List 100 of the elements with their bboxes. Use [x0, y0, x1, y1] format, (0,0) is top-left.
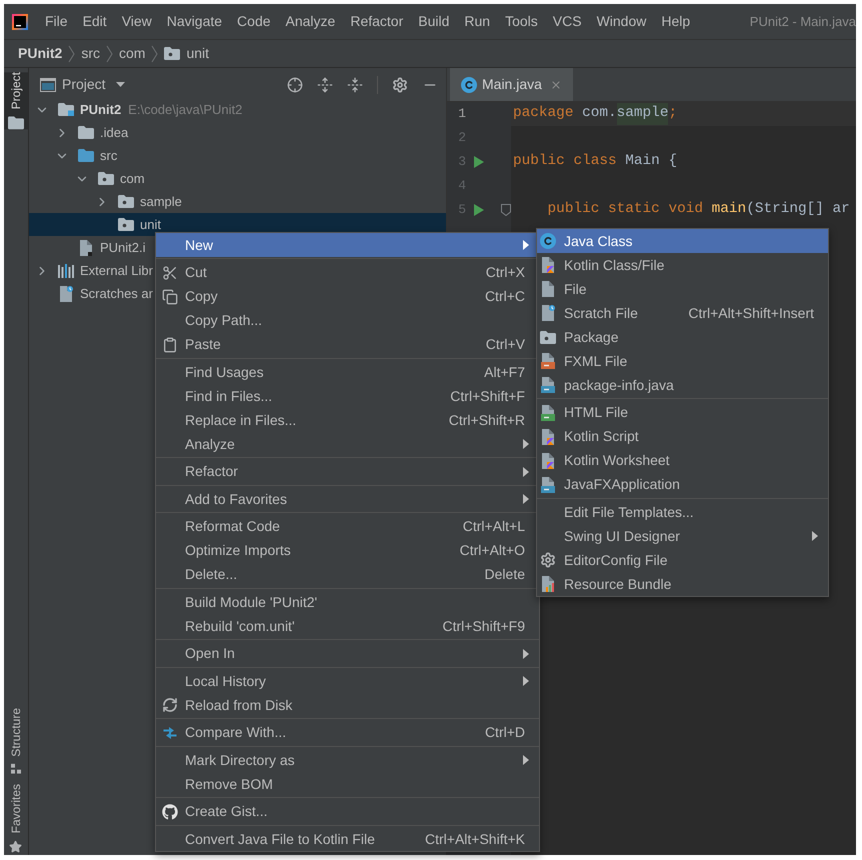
document-clock-icon [59, 286, 73, 302]
menu-item[interactable]: HTML File [537, 400, 828, 424]
document-icon [541, 281, 555, 297]
menu-item[interactable]: Local History [156, 669, 539, 693]
menu-item[interactable]: Build Module 'PUnit2' [156, 590, 539, 614]
breadcrumb-item[interactable]: src [81, 43, 100, 64]
tree-item[interactable]: Scratches ar [29, 282, 153, 305]
menu-item[interactable]: Help [661, 11, 690, 32]
shortcut-text: Ctrl+Shift+F9 [442, 616, 525, 636]
folder-icon [8, 116, 24, 130]
panel-title[interactable]: Project [62, 74, 106, 95]
breadcrumb-item[interactable]: unit [186, 43, 210, 64]
breadcrumb-item[interactable]: PUnit2 [18, 43, 62, 64]
menu-item[interactable]: Tools [505, 11, 538, 32]
menu-item[interactable]: Window [596, 11, 646, 32]
menu-item[interactable]: File [45, 11, 68, 32]
menu-item[interactable]: Find Usages Alt+F7 [156, 360, 539, 384]
menu-item[interactable]: Edit File Templates... [537, 500, 828, 524]
menu-item[interactable]: Kotlin Worksheet [537, 448, 828, 472]
tree-item[interactable]: PUnit2.i [29, 236, 146, 259]
menu-item[interactable]: Reformat Code Ctrl+Alt+L [156, 514, 539, 538]
menu-item[interactable]: Cut Ctrl+X [156, 260, 539, 284]
fold-marker-icon[interactable] [501, 204, 511, 216]
folder-icon [78, 126, 94, 139]
run-icon[interactable] [474, 156, 484, 168]
menu-item[interactable]: Delete... Delete [156, 562, 539, 586]
menu-item[interactable]: Navigate [166, 11, 222, 32]
menu-item[interactable]: Rebuild 'com.unit' Ctrl+Shift+F9 [156, 614, 539, 638]
menu-item[interactable]: Swing UI Designer [537, 524, 828, 548]
menu-item[interactable]: Paste Ctrl+V [156, 332, 539, 356]
menu-item[interactable]: Package [537, 325, 828, 349]
expand-all-icon[interactable] [317, 76, 333, 92]
menu-item[interactable]: Run [464, 11, 490, 32]
menu-item[interactable]: Open In [156, 642, 539, 666]
gear-icon [540, 552, 556, 568]
menu-item[interactable]: View [122, 11, 152, 32]
menu-item[interactable]: Create Gist... [156, 800, 539, 824]
crosshair-icon[interactable] [287, 76, 303, 92]
tree-item[interactable]: unit [29, 213, 161, 236]
menu-item[interactable]: Refactor [156, 460, 539, 484]
menu-item[interactable]: VCS [552, 11, 582, 32]
shortcut-text: Ctrl+C [484, 287, 525, 306]
menu-item[interactable]: File [537, 277, 828, 301]
menu-item[interactable]: Reload from Disk [156, 693, 539, 717]
menu-item[interactable]: Optimize Imports Ctrl+Alt+O [156, 538, 539, 562]
code-text: sample [616, 103, 668, 125]
menu-item[interactable]: Resource Bundle [537, 572, 828, 596]
menu-item[interactable]: FXML File [537, 349, 828, 373]
menu-item[interactable]: Copy Path... [156, 308, 539, 332]
arrows-icon [162, 724, 178, 740]
menu-item[interactable]: Refactor [350, 11, 404, 32]
menu-item[interactable]: Find in Files... Ctrl+Shift+F [156, 384, 539, 408]
menu-item[interactable]: Add to Favorites [156, 487, 539, 511]
tree-item[interactable]: com [29, 167, 145, 190]
menu-item[interactable]: Analyze [156, 432, 539, 456]
github-icon [162, 804, 178, 820]
editor-tab[interactable]: Main.java [450, 68, 573, 101]
menu-item[interactable]: New [156, 233, 539, 257]
menu-item[interactable]: Replace in Files... Ctrl+Shift+R [156, 408, 539, 432]
menu-item[interactable]: Kotlin Class/File [537, 253, 828, 277]
menu-item[interactable]: Edit [82, 11, 107, 32]
menu-item[interactable]: Kotlin Script [537, 424, 828, 448]
menu-item[interactable]: Build [418, 11, 450, 32]
run-icon[interactable] [474, 204, 484, 216]
settings-icon[interactable] [392, 76, 408, 92]
menu-item[interactable]: EditorConfig File [537, 548, 828, 572]
collapse-all-icon[interactable] [347, 76, 363, 92]
tree-item[interactable]: src [29, 144, 118, 167]
shortcut-text: Ctrl+V [486, 335, 525, 354]
menu-item[interactable]: Remove BOM [156, 772, 539, 796]
app-logo-icon [12, 14, 28, 30]
menu-item[interactable]: Scratch File Ctrl+Alt+Shift+Insert [537, 301, 828, 325]
tool-window-tab[interactable]: Favorites [4, 784, 28, 853]
project-path: E:\code\java\PUnit2 [128, 100, 242, 119]
shortcut-text: Ctrl+Alt+L [462, 517, 525, 536]
tree-item[interactable]: PUnit2 E:\code\java\PUnit2 [29, 98, 242, 121]
shortcut-text: Ctrl+D [484, 723, 525, 742]
bars-icon [58, 264, 74, 278]
menu-item[interactable]: JavaFXApplication [537, 472, 828, 496]
menu-item[interactable]: Mark Directory as [156, 748, 539, 772]
document-band-icon [541, 377, 555, 393]
tree-item[interactable]: sample [29, 190, 182, 213]
breadcrumb-item[interactable]: com [119, 43, 146, 64]
document-bars-icon [541, 576, 555, 592]
menu-item[interactable]: Compare With... Ctrl+D [156, 720, 539, 744]
code-text: (String[] ar [746, 200, 850, 220]
tool-window-tab[interactable]: Structure [4, 708, 28, 774]
tool-window-tab[interactable]: Project [4, 72, 28, 130]
menu-item[interactable]: Java Class [537, 229, 828, 253]
tree-item[interactable]: .idea [29, 121, 128, 144]
menu-item[interactable]: Convert Java File to Kotlin File Ctrl+Alt+Shift+K [156, 827, 539, 851]
menu-item[interactable]: Analyze [286, 11, 336, 32]
tree-item[interactable]: External Libr [29, 259, 153, 282]
menu-item[interactable]: Code [237, 11, 271, 32]
code-text: Main { [624, 152, 678, 172]
close-icon[interactable] [550, 78, 562, 90]
document-band-icon [541, 404, 555, 420]
menu-item[interactable]: Copy Ctrl+C [156, 284, 539, 308]
menu-item[interactable]: package-info.java [537, 373, 828, 397]
shortcut-text: Ctrl+Alt+Shift+Insert [688, 304, 814, 322]
